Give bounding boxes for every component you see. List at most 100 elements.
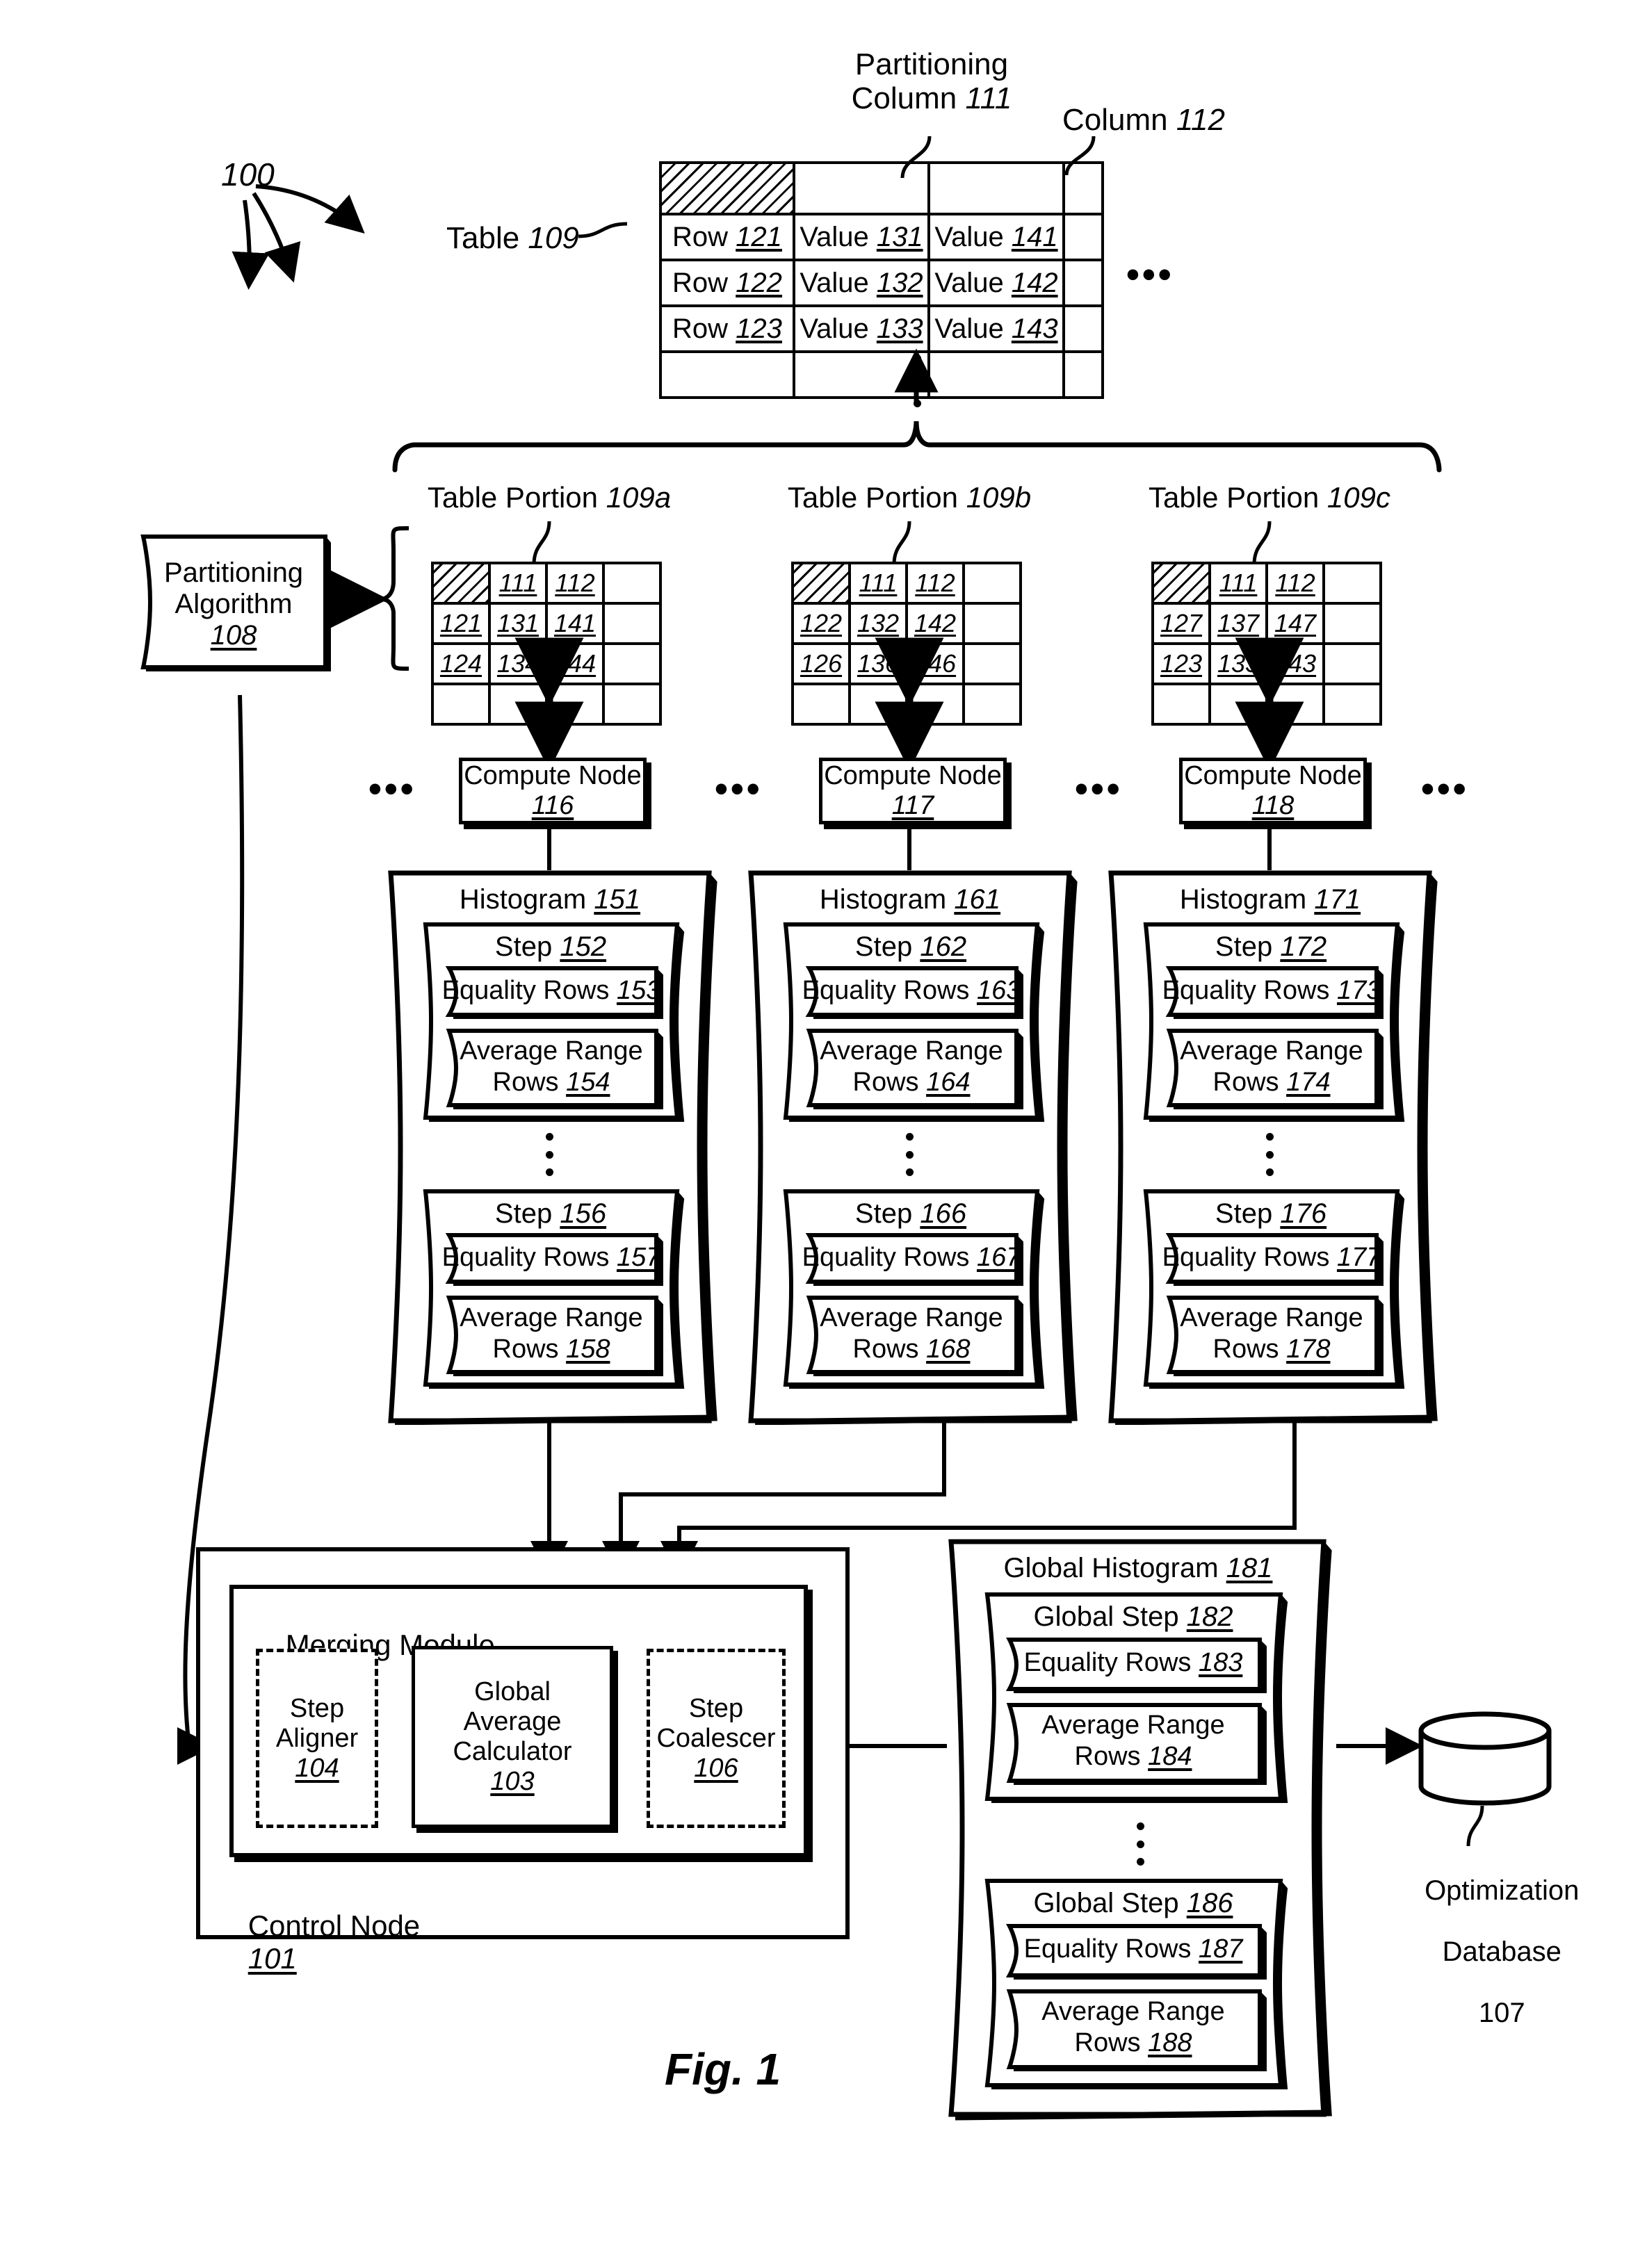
step-aligner-104[interactable]: Step Aligner 104	[256, 1649, 378, 1828]
portion-cell: 122	[791, 602, 851, 645]
portion-cell-hatched	[431, 562, 491, 605]
histogram-151-step-ellipsis	[544, 1133, 554, 1176]
step-172-label: Step	[1215, 931, 1273, 962]
optimization-database-cylinder[interactable]	[1417, 1711, 1553, 1809]
partitioning-algorithm-box[interactable]: Partitioning Algorithm 108	[136, 532, 331, 671]
table-cell	[793, 350, 930, 399]
table-row: 122 132 142	[791, 602, 1022, 645]
average-range-rows-184: Average Range Rows 184	[998, 1702, 1268, 1785]
gac-line1: Global	[474, 1677, 551, 1706]
global-step-186-label: Global Step	[1033, 1888, 1179, 1918]
table-cell: Value 132	[793, 259, 930, 307]
portion-cell: 123	[1151, 642, 1211, 685]
average-range-rows-154-label: Average Range	[460, 1036, 643, 1066]
optimization-database-line1: Optimization	[1425, 1875, 1580, 1906]
equality-rows-177-ref: 177	[1336, 1243, 1381, 1272]
portion-cell	[962, 602, 1022, 645]
portion-cell	[602, 562, 662, 605]
average-range-rows-174-ref: 174	[1286, 1067, 1331, 1097]
portion-cell: 121	[431, 602, 491, 645]
compute-node-118[interactable]: Compute Node 118	[1179, 758, 1367, 824]
compute-node-117-ref: 117	[891, 791, 934, 820]
control-node-101-label: Control Node 101	[216, 1877, 420, 2007]
step-coalescer-106[interactable]: Step Coalescer 106	[647, 1649, 786, 1828]
table-cell: Value 131	[793, 213, 930, 261]
table-portion-109a-title: Table Portion 109a	[427, 481, 672, 514]
average-range-rows-174-label: Average Range	[1180, 1036, 1363, 1066]
histogram-151-ref: 151	[594, 884, 641, 915]
table-row: Row 121 Value 131 Value 141	[659, 213, 1104, 261]
portion-cell	[1265, 683, 1325, 726]
equality-rows-163-ref: 163	[976, 976, 1021, 1005]
table-cell: Value 142	[927, 259, 1065, 307]
equality-rows-163-label: Equality Rows	[802, 976, 970, 1005]
histogram-161-step-ellipsis	[904, 1133, 914, 1176]
cell-text: Value 132	[800, 267, 923, 298]
average-range-rows-158: Average Range Rows 158	[438, 1294, 665, 1376]
portion-cell	[848, 683, 908, 726]
histogram-161-title: Histogram	[819, 884, 947, 915]
table-cell	[927, 350, 1065, 399]
optimization-database-ref: 107	[1478, 1998, 1525, 2028]
global-step-186-ref: 186	[1186, 1888, 1233, 1918]
step-coalescer-line1: Step	[688, 1693, 744, 1723]
average-range-rows-168-label2: Rows	[852, 1334, 919, 1364]
equality-rows-173-ref: 173	[1336, 976, 1381, 1005]
compute-node-116[interactable]: Compute Node 116	[459, 758, 647, 824]
step-176-ref: 176	[1280, 1198, 1327, 1229]
average-range-rows-188-ref: 188	[1148, 2028, 1192, 2057]
table-portion-109c-title: Table Portion 109c	[1149, 481, 1390, 514]
table-row	[659, 350, 1104, 399]
average-range-rows-164-ref: 164	[926, 1067, 971, 1097]
average-range-rows-184-ref: 184	[1148, 1741, 1192, 1771]
histogram-171-step-ellipsis	[1265, 1133, 1274, 1176]
optimization-database-line2: Database	[1442, 1936, 1561, 1967]
average-range-rows-178-ref: 178	[1286, 1334, 1331, 1364]
average-range-rows-168-ref: 168	[926, 1334, 971, 1364]
portion-cell: 134	[488, 642, 548, 685]
control-node-label-text: Control Node	[248, 1909, 421, 1943]
table-row: 111 112	[791, 562, 1022, 605]
step-coalescer-ref: 106	[694, 1753, 738, 1783]
table-row	[659, 161, 1104, 215]
portion-cell: 144	[545, 642, 605, 685]
step-aligner-line2: Aligner	[275, 1723, 359, 1753]
step-166-label: Step	[854, 1198, 913, 1229]
average-range-rows-174: Average Range Rows 174	[1158, 1027, 1385, 1109]
equality-rows-187-label: Equality Rows	[1023, 1934, 1192, 1964]
average-range-rows-184-label2: Rows	[1074, 1741, 1141, 1771]
portion-cell	[1151, 683, 1211, 726]
average-range-rows-178-label2: Rows	[1212, 1334, 1279, 1364]
step-coalescer-line2: Coalescer	[656, 1723, 776, 1753]
equality-rows-153-label: Equality Rows	[441, 976, 610, 1005]
equality-rows-187-ref: 187	[1198, 1934, 1243, 1964]
equality-rows-173: Equality Rows 173	[1158, 965, 1385, 1019]
average-range-rows-154-ref: 154	[566, 1067, 610, 1097]
compute-node-117[interactable]: Compute Node 117	[819, 758, 1007, 824]
step-aligner-ref: 104	[295, 1753, 339, 1783]
cell-text: Row 123	[672, 313, 782, 344]
cell-text: Row 121	[672, 221, 782, 252]
portion-cell-hatched	[791, 562, 851, 605]
patent-figure-canvas: 100 Partitioning Column 111 Column 112 Ta…	[0, 0, 1647, 2268]
step-152-ref: 152	[560, 931, 607, 962]
portion-cell: 143	[1265, 642, 1325, 685]
step-aligner-line1: Step	[289, 1693, 345, 1723]
histogram-161-ref: 161	[954, 884, 1001, 915]
compute-node-116-label: Compute Node	[464, 761, 642, 790]
histogram-171-title: Histogram	[1179, 884, 1307, 915]
cell-text: Row 122	[672, 267, 782, 298]
portion-cell	[431, 683, 491, 726]
portion-cell: 132	[848, 602, 908, 645]
portion-cell	[962, 642, 1022, 685]
table-109: Row 121 Value 131 Value 141 Row 122 Valu…	[659, 161, 1104, 399]
table-cell	[1062, 161, 1104, 215]
cell-text: Value 142	[934, 267, 1058, 298]
global-step-182-label: Global Step	[1033, 1601, 1179, 1632]
equality-rows-183: Equality Rows 183	[998, 1636, 1268, 1693]
average-range-rows-178-label: Average Range	[1180, 1303, 1363, 1332]
portion-cell: 131	[488, 602, 548, 645]
global-average-calculator-103[interactable]: Global Average Calculator 103	[412, 1646, 613, 1828]
table-cell: Value 143	[927, 304, 1065, 353]
step-162-label: Step	[854, 931, 913, 962]
